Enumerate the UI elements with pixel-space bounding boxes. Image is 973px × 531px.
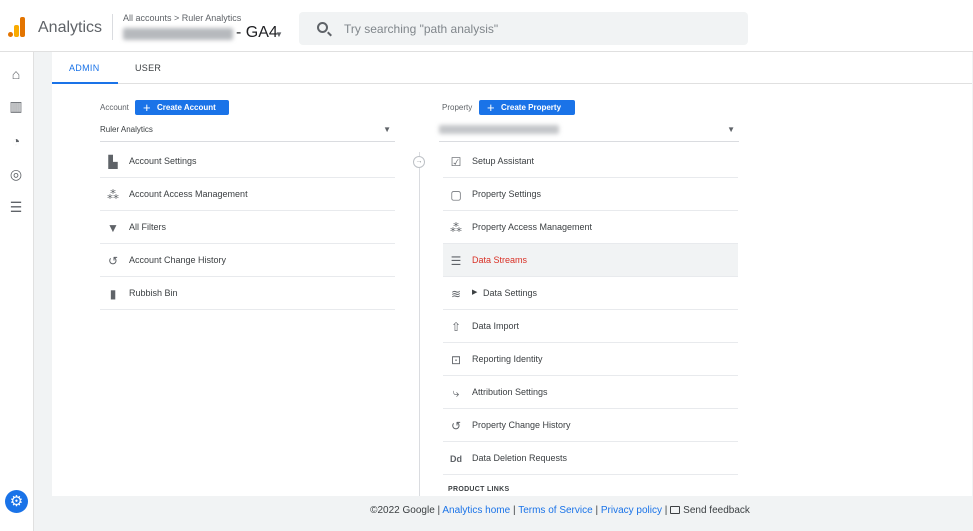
menu-item-label: Data Settings: [483, 288, 538, 298]
arrow-right-icon: →: [413, 156, 425, 168]
search-bar[interactable]: Try searching "path analysis": [299, 12, 748, 45]
top-bar: Analytics All accounts > Ruler Analytics…: [0, 0, 973, 52]
checkbox-icon: ☑: [450, 155, 462, 169]
menu-item-label: Property Settings: [472, 189, 542, 199]
data-settings-item[interactable]: ≋ ▶ Data Settings: [443, 277, 738, 310]
header-divider: [112, 14, 113, 40]
account-selected-value: Ruler Analytics: [100, 125, 153, 134]
chevron-down-icon: ▼: [727, 125, 735, 134]
tab-admin[interactable]: ADMIN: [69, 63, 100, 73]
window-icon: ▢: [450, 188, 462, 202]
expand-arrow-icon[interactable]: ▶: [472, 288, 477, 296]
streams-icon: ☰: [450, 254, 462, 268]
people-icon: ⁂: [107, 188, 119, 202]
footer-separator: |: [437, 505, 441, 516]
setup-assistant-item[interactable]: ☑ Setup Assistant: [443, 145, 738, 178]
people-icon: ⁂: [450, 221, 462, 235]
property-name-redacted[interactable]: [123, 28, 233, 40]
database-icon: ≋: [450, 287, 462, 301]
data-streams-item[interactable]: ☰ Data Streams: [443, 244, 738, 277]
building-icon: ▙: [108, 155, 118, 169]
data-deletion-requests-item[interactable]: Dd Data Deletion Requests: [443, 442, 738, 475]
search-icon: [317, 22, 328, 33]
menu-item-label: Setup Assistant: [472, 156, 535, 166]
property-change-history-item[interactable]: ↺ Property Change History: [443, 409, 738, 442]
history-icon: ↺: [450, 419, 462, 433]
menu-item-label: Account Change History: [129, 255, 227, 265]
trash-icon: ▮: [109, 287, 117, 301]
menu-item-label: Rubbish Bin: [129, 288, 178, 298]
admin-panel: ADMIN USER Account + Create Account Rule…: [52, 52, 972, 496]
breadcrumb[interactable]: All accounts > Ruler Analytics: [123, 13, 241, 23]
menu-item-label: Account Settings: [129, 156, 197, 166]
tab-bar: ADMIN USER: [52, 52, 972, 84]
menu-item-label: Data Streams: [472, 255, 528, 265]
column-divider: [419, 152, 420, 496]
attribution-icon: ⤷: [452, 386, 460, 400]
account-settings-item[interactable]: ▙ Account Settings: [100, 145, 395, 178]
chevron-down-icon[interactable]: ▼: [275, 30, 283, 39]
product-links-heading: PRODUCT LINKS: [448, 486, 510, 493]
create-property-button[interactable]: + Create Property: [479, 100, 575, 115]
analytics-home-link[interactable]: Analytics home: [442, 505, 510, 516]
app-name[interactable]: Analytics: [38, 19, 102, 37]
footer-separator: |: [664, 505, 668, 516]
privacy-policy-link[interactable]: Privacy policy: [601, 505, 662, 516]
footer: ©2022 Google | Analytics home | Terms of…: [0, 505, 973, 516]
account-column-label: Account: [100, 103, 129, 112]
left-nav-rail: ⌂ ▥ ◔ ◎ ☰ ⚙: [0, 52, 34, 531]
rubbish-bin-item[interactable]: ▮ Rubbish Bin: [100, 277, 395, 310]
all-filters-item[interactable]: ▼ All Filters: [100, 211, 395, 244]
account-access-management-item[interactable]: ⁂ Account Access Management: [100, 178, 395, 211]
upload-icon: ⇧: [450, 320, 462, 334]
tab-user[interactable]: USER: [135, 63, 161, 73]
menu-item-label: All Filters: [129, 222, 167, 232]
property-access-management-item[interactable]: ⁂ Property Access Management: [443, 211, 738, 244]
search-input[interactable]: Try searching "path analysis": [344, 22, 498, 36]
feedback-icon: [670, 506, 681, 514]
send-feedback-label: Send feedback: [683, 505, 750, 516]
create-account-label: Create Account: [157, 103, 216, 112]
plus-icon: +: [143, 100, 151, 115]
chevron-down-icon: ▼: [383, 125, 391, 134]
identity-icon: ⊡: [450, 353, 462, 367]
analytics-logo-icon[interactable]: [8, 17, 26, 37]
reports-icon[interactable]: ▥: [8, 98, 24, 114]
data-import-item[interactable]: ⇧ Data Import: [443, 310, 738, 343]
property-name-redacted: [439, 125, 559, 134]
account-change-history-item[interactable]: ↺ Account Change History: [100, 244, 395, 277]
create-property-label: Create Property: [501, 103, 562, 112]
menu-item-label: Data Import: [472, 321, 520, 331]
filter-icon: ▼: [107, 221, 119, 235]
send-feedback-button[interactable]: Send feedback: [670, 505, 750, 516]
property-settings-item[interactable]: ▢ Property Settings: [443, 178, 738, 211]
attribution-settings-item[interactable]: ⤷ Attribution Settings: [443, 376, 738, 409]
terms-of-service-link[interactable]: Terms of Service: [518, 505, 592, 516]
create-account-button[interactable]: + Create Account: [135, 100, 229, 115]
home-icon[interactable]: ⌂: [8, 66, 24, 82]
property-type-label[interactable]: - GA4: [236, 24, 278, 42]
active-tab-indicator: [52, 82, 118, 84]
dd-icon: Dd: [450, 454, 462, 464]
plus-icon: +: [487, 100, 495, 115]
footer-separator: |: [595, 505, 599, 516]
menu-item-label: Attribution Settings: [472, 387, 548, 397]
account-selector[interactable]: Ruler Analytics ▼: [100, 122, 395, 142]
footer-separator: |: [512, 505, 516, 516]
menu-item-label: Property Access Management: [472, 222, 593, 232]
property-selector[interactable]: ▼: [439, 122, 739, 142]
reporting-identity-item[interactable]: ⊡ Reporting Identity: [443, 343, 738, 376]
menu-item-label: Property Change History: [472, 420, 571, 430]
menu-item-label: Reporting Identity: [472, 354, 543, 364]
copyright-text: ©2022 Google: [370, 505, 435, 516]
advertising-icon[interactable]: ◎: [8, 166, 24, 182]
menu-item-label: Data Deletion Requests: [472, 453, 568, 463]
menu-item-label: Account Access Management: [129, 189, 248, 199]
history-icon: ↺: [107, 254, 119, 268]
property-column-label: Property: [442, 103, 473, 112]
explore-icon[interactable]: ◔: [8, 133, 24, 149]
configure-icon[interactable]: ☰: [8, 199, 24, 215]
